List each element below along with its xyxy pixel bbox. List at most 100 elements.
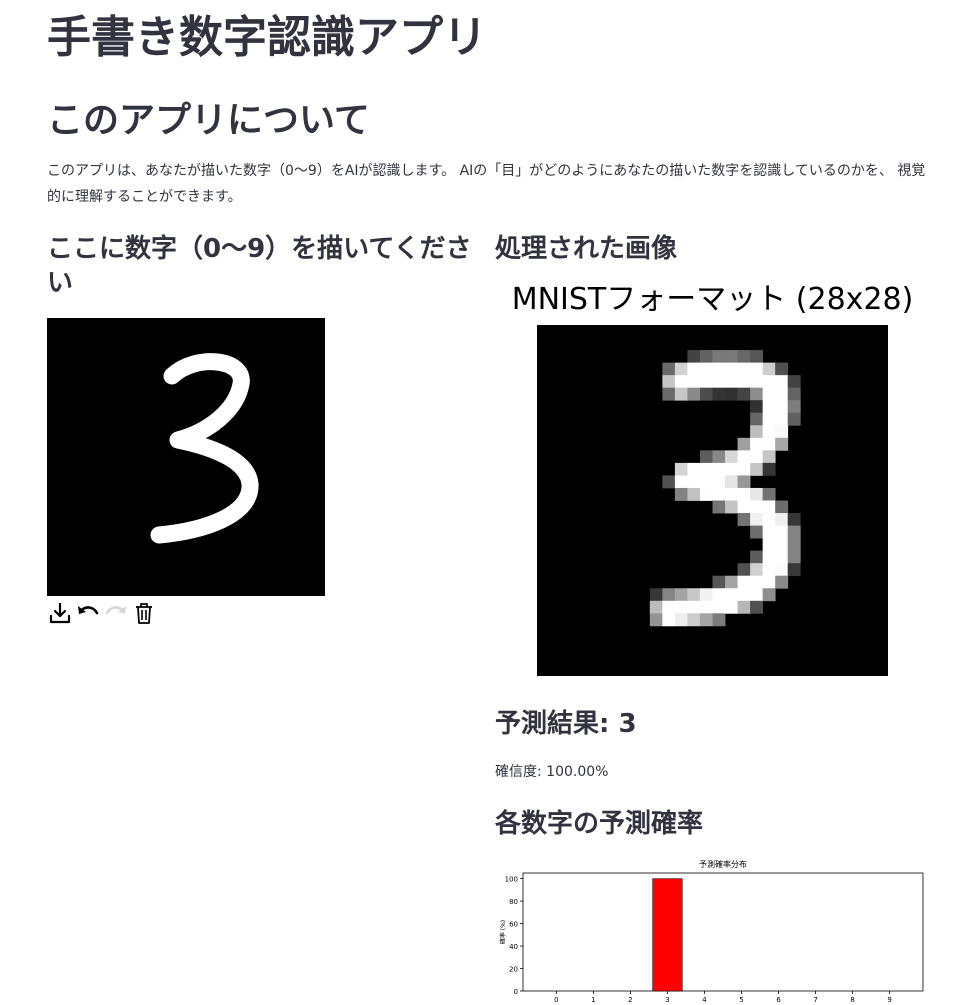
mnist-pixel (712, 575, 726, 589)
mnist-pixel (775, 513, 789, 526)
mnist-pixel (762, 563, 776, 577)
drawing-canvas[interactable] (47, 318, 325, 596)
mnist-pixel (737, 387, 751, 401)
mnist-pixel (762, 513, 776, 526)
mnist-pixel (750, 575, 764, 589)
mnist-pixel (775, 500, 789, 514)
undo-button[interactable] (75, 600, 101, 626)
mnist-pixel (737, 375, 751, 389)
mnist-pixel (725, 375, 738, 389)
mnist-pixel (712, 362, 726, 376)
y-tick-label: 0 (514, 988, 518, 996)
mnist-pixel (750, 525, 764, 539)
mnist-pixel (787, 412, 801, 426)
bar-3 (652, 878, 683, 992)
mnist-pixel (725, 475, 738, 489)
delete-button[interactable] (131, 600, 157, 626)
mnist-pixel (750, 500, 764, 514)
mnist-pixel (712, 375, 726, 389)
canvas-heading: ここに数字（0〜9）を描いてください (47, 234, 472, 298)
x-tick-label: 4 (702, 996, 707, 1004)
mnist-pixel (762, 400, 776, 414)
download-button[interactable] (47, 600, 73, 626)
mnist-pixel (699, 375, 713, 389)
mnist-pixel (737, 600, 751, 614)
confidence-text: 確信度: 100.00% (495, 764, 609, 780)
mnist-pixel (737, 487, 751, 501)
mnist-pixel (687, 613, 701, 627)
mnist-pixel (725, 462, 738, 476)
mnist-pixel (775, 387, 789, 401)
processed-image-heading: 処理された画像 (495, 234, 678, 264)
mnist-pixel (775, 563, 789, 577)
mnist-pixel (787, 400, 801, 414)
mnist-pixel (699, 600, 713, 614)
mnist-pixel (725, 362, 738, 376)
mnist-pixel (662, 375, 676, 389)
mnist-pixel (687, 387, 701, 401)
x-tick-label: 8 (850, 996, 854, 1004)
mnist-pixel (687, 462, 701, 476)
mnist-pixel (750, 400, 764, 414)
chart-title: 予測確率分布 (699, 859, 747, 869)
mnist-pixel (750, 600, 764, 614)
mnist-pixel (725, 350, 738, 364)
mnist-pixel (725, 450, 738, 464)
x-tick-label: 3 (665, 996, 669, 1004)
mnist-pixel (725, 600, 738, 614)
x-tick-label: 1 (591, 996, 595, 1004)
y-tick-label: 80 (509, 898, 518, 906)
mnist-pixel (712, 613, 726, 627)
mnist-pixel (787, 525, 801, 539)
chart-frame (522, 872, 924, 992)
mnist-pixel (712, 500, 726, 514)
mnist-pixel (750, 487, 764, 501)
mnist-pixel (712, 487, 726, 501)
mnist-pixel (662, 387, 676, 401)
mnist-pixel (725, 588, 738, 602)
mnist-pixel (762, 500, 776, 514)
redo-button[interactable] (103, 600, 129, 626)
mnist-pixel (687, 600, 701, 614)
about-text: このアプリは、あなたが描いた数字（0〜9）をAIが認識します。 AIの「目」がど… (47, 163, 926, 205)
mnist-pixel (674, 613, 688, 627)
y-tick-label: 60 (509, 921, 518, 929)
mnist-pixel (775, 425, 789, 439)
mnist-pixel (762, 462, 776, 476)
mnist-pixel (687, 487, 701, 501)
mnist-pixel (699, 387, 713, 401)
x-tick-label: 2 (628, 996, 632, 1004)
mnist-pixel (662, 475, 676, 489)
mnist-pixel (737, 475, 751, 489)
mnist-pixel (737, 575, 751, 589)
mnist-pixel (674, 362, 688, 376)
mnist-pixel (750, 462, 764, 476)
mnist-pixel (725, 387, 738, 401)
x-tick-label: 5 (739, 996, 743, 1004)
undo-icon (78, 606, 99, 615)
mnist-pixel (737, 462, 751, 476)
mnist-pixel (649, 600, 663, 614)
mnist-pixel (699, 475, 713, 489)
mnist-pixel (787, 387, 801, 401)
mnist-pixel (762, 588, 776, 602)
mnist-pixel (762, 538, 776, 552)
y-tick-label: 20 (509, 966, 518, 974)
mnist-pixel (775, 412, 789, 426)
mnist-pixel (775, 437, 789, 451)
x-tick-label: 9 (887, 996, 891, 1004)
mnist-pixel (712, 600, 726, 614)
mnist-pixel (750, 362, 764, 376)
mnist-pixel-grid (649, 350, 801, 627)
mnist-pixel (712, 462, 726, 476)
download-icon (49, 602, 71, 624)
prediction-result: 予測結果: 3 (495, 709, 637, 739)
mnist-pixel (712, 350, 726, 364)
mnist-pixel (687, 350, 701, 364)
mnist-pixel (725, 500, 738, 514)
mnist-pixel (750, 437, 764, 451)
mnist-pixel (699, 487, 713, 501)
mnist-pixel (750, 412, 764, 426)
mnist-pixel (787, 375, 801, 389)
mnist-pixel (662, 600, 676, 614)
